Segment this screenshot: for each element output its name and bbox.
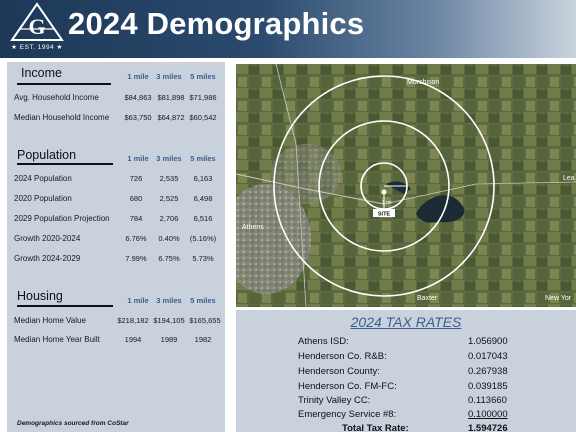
- logo-mark-icon: G: [10, 2, 64, 41]
- population-cell: 726: [129, 174, 143, 183]
- income-row-label: Median Household Income: [14, 113, 110, 122]
- population-row-label: 2024 Population: [14, 174, 72, 183]
- housing-cell: $165,655: [189, 316, 221, 325]
- page-title: 2024 Demographics: [68, 6, 365, 41]
- tax-rate-label: Henderson County:: [298, 366, 380, 377]
- population-cell: 680: [129, 194, 143, 203]
- tax-rate-label: Athens ISD:: [298, 336, 349, 347]
- income-cell: $81,898: [157, 93, 185, 102]
- company-logo: G ★ EST. 1994 ★: [6, 2, 68, 56]
- population-cell: 7.99%: [125, 254, 147, 263]
- population-title: Population: [17, 148, 77, 162]
- data-source-footnote: Demographics sourced from CoStar: [17, 420, 129, 427]
- population-cell: 6,516: [193, 214, 213, 223]
- population-cell: 5.73%: [192, 254, 214, 263]
- tax-rate-value: 0.017043: [468, 351, 508, 362]
- population-col-3miles: 3 miles: [156, 154, 182, 163]
- tax-rate-value: 0.267938: [468, 366, 508, 377]
- income-row-label: Avg. Household Income: [14, 93, 99, 102]
- map-graphic: SITE Murchison Athens Baxter New Yor Lea…: [236, 64, 576, 307]
- population-row-label: 2029 Population Projection: [14, 214, 110, 223]
- income-cell: $63,750: [124, 113, 152, 122]
- population-col-1mile: 1 mile: [127, 154, 149, 163]
- population-cell: 6.76%: [125, 234, 147, 243]
- radius-distance-label: 1 mi: [382, 200, 391, 206]
- population-row-label: Growth 2020-2024: [14, 234, 81, 243]
- population-cell: 2,525: [159, 194, 179, 203]
- demographics-panel: Income 1 mile 3 miles 5 miles Avg. House…: [7, 62, 225, 432]
- tax-rates-panel: 2024 TAX RATES Athens ISD: 1.056900 Hend…: [236, 310, 576, 432]
- population-cell: (5.16%): [189, 234, 217, 243]
- housing-cell: 1994: [124, 335, 142, 344]
- tax-rates-title: 2024 TAX RATES: [350, 314, 462, 330]
- place-label-murchison: Murchison: [407, 79, 439, 86]
- income-col-5miles: 5 miles: [190, 72, 216, 81]
- income-cell: $64,872: [157, 113, 185, 122]
- logo-est-text: ★ EST. 1994 ★: [11, 44, 63, 51]
- population-cell: 6,498: [193, 194, 213, 203]
- place-label-lea: Lea: [563, 175, 575, 182]
- svg-text:G: G: [28, 14, 45, 39]
- housing-col-3miles: 3 miles: [156, 296, 182, 305]
- tax-rate-label: Trinity Valley CC:: [298, 395, 371, 406]
- header-banner: G ★ EST. 1994 ★ 2024 Demographics: [0, 0, 576, 58]
- place-label-new-york: New Yor: [545, 295, 572, 302]
- housing-row-label: Median Home Year Built: [14, 335, 100, 344]
- total-tax-rate-value: 1.594726: [468, 423, 508, 432]
- income-cell: $84,863: [124, 93, 152, 102]
- housing-row-label: Median Home Value: [14, 316, 86, 325]
- tax-rate-value: 1.056900: [468, 336, 508, 347]
- housing-cell: 1989: [160, 335, 178, 344]
- housing-col-1mile: 1 mile: [127, 296, 149, 305]
- housing-title: Housing: [17, 289, 63, 303]
- tax-rate-label: Henderson Co. R&B:: [298, 351, 387, 362]
- population-cell: 2,535: [159, 174, 179, 183]
- income-cell: $71,986: [189, 93, 217, 102]
- housing-rule: [17, 305, 113, 307]
- population-cell: 0.40%: [158, 234, 180, 243]
- population-cell: 6,163: [193, 174, 213, 183]
- place-label-baxter: Baxter: [417, 295, 438, 302]
- income-cell: $60,542: [189, 113, 217, 122]
- income-rule: [17, 83, 111, 85]
- population-col-5miles: 5 miles: [190, 154, 216, 163]
- population-cell: 2,706: [159, 214, 179, 223]
- place-label-athens: Athens: [242, 224, 264, 231]
- tax-rate-value: 0.100000: [468, 409, 508, 420]
- population-row-label: Growth 2024-2029: [14, 254, 81, 263]
- population-row-label: 2020 Population: [14, 194, 72, 203]
- population-cell: 784: [129, 214, 143, 223]
- tax-rate-label: Emergency Service #8:: [298, 409, 397, 420]
- site-label: SITE: [378, 212, 391, 218]
- population-cell: 6.75%: [158, 254, 180, 263]
- total-tax-rate-label: Total Tax Rate:: [342, 423, 409, 432]
- aerial-radius-map: SITE Murchison Athens Baxter New Yor Lea…: [236, 64, 576, 307]
- income-title: Income: [21, 66, 62, 80]
- housing-cell: $194,105: [153, 316, 185, 325]
- income-col-1mile: 1 mile: [127, 72, 149, 81]
- tax-rate-value: 0.113660: [468, 395, 507, 406]
- income-col-3miles: 3 miles: [156, 72, 182, 81]
- tax-rate-value: 0.039185: [468, 381, 508, 392]
- tax-rate-label: Henderson Co. FM-FC:: [298, 381, 397, 392]
- housing-col-5miles: 5 miles: [190, 296, 216, 305]
- population-rule: [17, 163, 113, 165]
- housing-cell: 1982: [194, 335, 212, 344]
- site-marker-icon: [381, 189, 387, 195]
- housing-cell: $218,182: [117, 316, 149, 325]
